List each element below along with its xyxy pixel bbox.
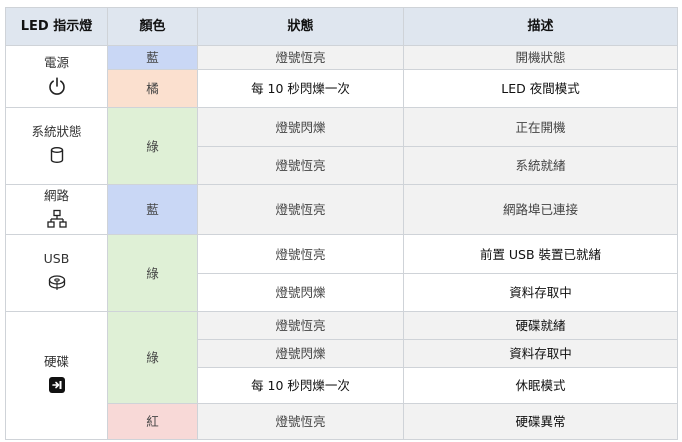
status-cell: 燈號恆亮 <box>197 184 404 235</box>
status-cell: 燈號恆亮 <box>197 311 404 340</box>
description-cell: LED 夜間模式 <box>403 69 678 108</box>
usb-disk-icon <box>47 272 67 292</box>
header-color: 顏色 <box>107 7 198 46</box>
description-cell: 資料存取中 <box>403 273 678 312</box>
led-label-hdd: 硬碟 <box>43 353 69 369</box>
table-row: 系統狀態 綠 燈號閃爍 正在開機 <box>5 107 678 185</box>
description-cell: 系統就緒 <box>403 146 678 185</box>
status-cell: 燈號恆亮 <box>197 146 404 185</box>
database-icon <box>47 145 67 165</box>
led-indicator-table: LED 指示燈 顏色 狀態 描述 電源 藍 燈號恆亮 開機狀態 橘 每 10 秒… <box>5 7 678 440</box>
header-description: 描述 <box>403 7 678 46</box>
status-cell: 燈號恆亮 <box>197 234 404 274</box>
status-cell: 燈號恆亮 <box>197 45 404 70</box>
power-icon <box>47 76 67 96</box>
color-cell: 綠 <box>107 234 198 312</box>
table-row: 網路 藍 燈號恆亮 網路埠已連接 <box>5 184 678 235</box>
led-label-system: 系統狀態 <box>31 124 82 139</box>
status-cell: 燈號閃爍 <box>197 107 404 147</box>
table-row: USB 綠 燈號恆亮 前置 USB 裝置已就緒 <box>5 234 678 312</box>
led-label-network: 網路 <box>43 187 69 203</box>
led-name-hdd: 硬碟 <box>5 311 108 440</box>
led-name-network: 網路 <box>5 184 108 235</box>
description-cell: 網路埠已連接 <box>403 184 678 235</box>
table-header-row: LED 指示燈 顏色 狀態 描述 <box>5 7 678 46</box>
color-cell: 藍 <box>107 45 198 70</box>
color-cell: 紅 <box>107 403 198 440</box>
hard-drive-icon <box>47 375 67 395</box>
description-cell: 硬碟就緒 <box>403 311 678 340</box>
header-status: 狀態 <box>197 7 404 46</box>
status-cell: 燈號閃爍 <box>197 339 404 368</box>
led-label-power: 電源 <box>43 54 69 70</box>
network-icon <box>46 209 67 229</box>
description-cell: 正在開機 <box>403 107 678 147</box>
led-label-usb: USB <box>43 251 70 266</box>
description-cell: 前置 USB 裝置已就緒 <box>403 234 678 274</box>
status-cell: 燈號閃爍 <box>197 273 404 312</box>
status-cell: 每 10 秒閃爍一次 <box>197 69 404 108</box>
led-name-usb: USB <box>5 234 108 312</box>
color-cell: 橘 <box>107 69 198 108</box>
led-name-system: 系統狀態 <box>5 107 108 185</box>
color-cell: 綠 <box>107 311 198 404</box>
header-led: LED 指示燈 <box>5 7 108 46</box>
table-row: 電源 藍 燈號恆亮 開機狀態 <box>5 45 678 108</box>
color-cell: 藍 <box>107 184 198 235</box>
description-cell: 資料存取中 <box>403 339 678 368</box>
color-cell: 綠 <box>107 107 198 185</box>
description-cell: 休眠模式 <box>403 367 678 404</box>
led-name-power: 電源 <box>5 45 108 108</box>
status-cell: 燈號恆亮 <box>197 403 404 440</box>
led-indicator-table-container: LED 指示燈 顏色 狀態 描述 電源 藍 燈號恆亮 開機狀態 橘 每 10 秒… <box>5 7 678 440</box>
description-cell: 開機狀態 <box>403 45 678 70</box>
description-cell: 硬碟異常 <box>403 403 678 440</box>
status-cell: 每 10 秒閃爍一次 <box>197 367 404 404</box>
table-row: 硬碟 綠 燈號恆亮 硬碟就緒 <box>5 311 678 440</box>
